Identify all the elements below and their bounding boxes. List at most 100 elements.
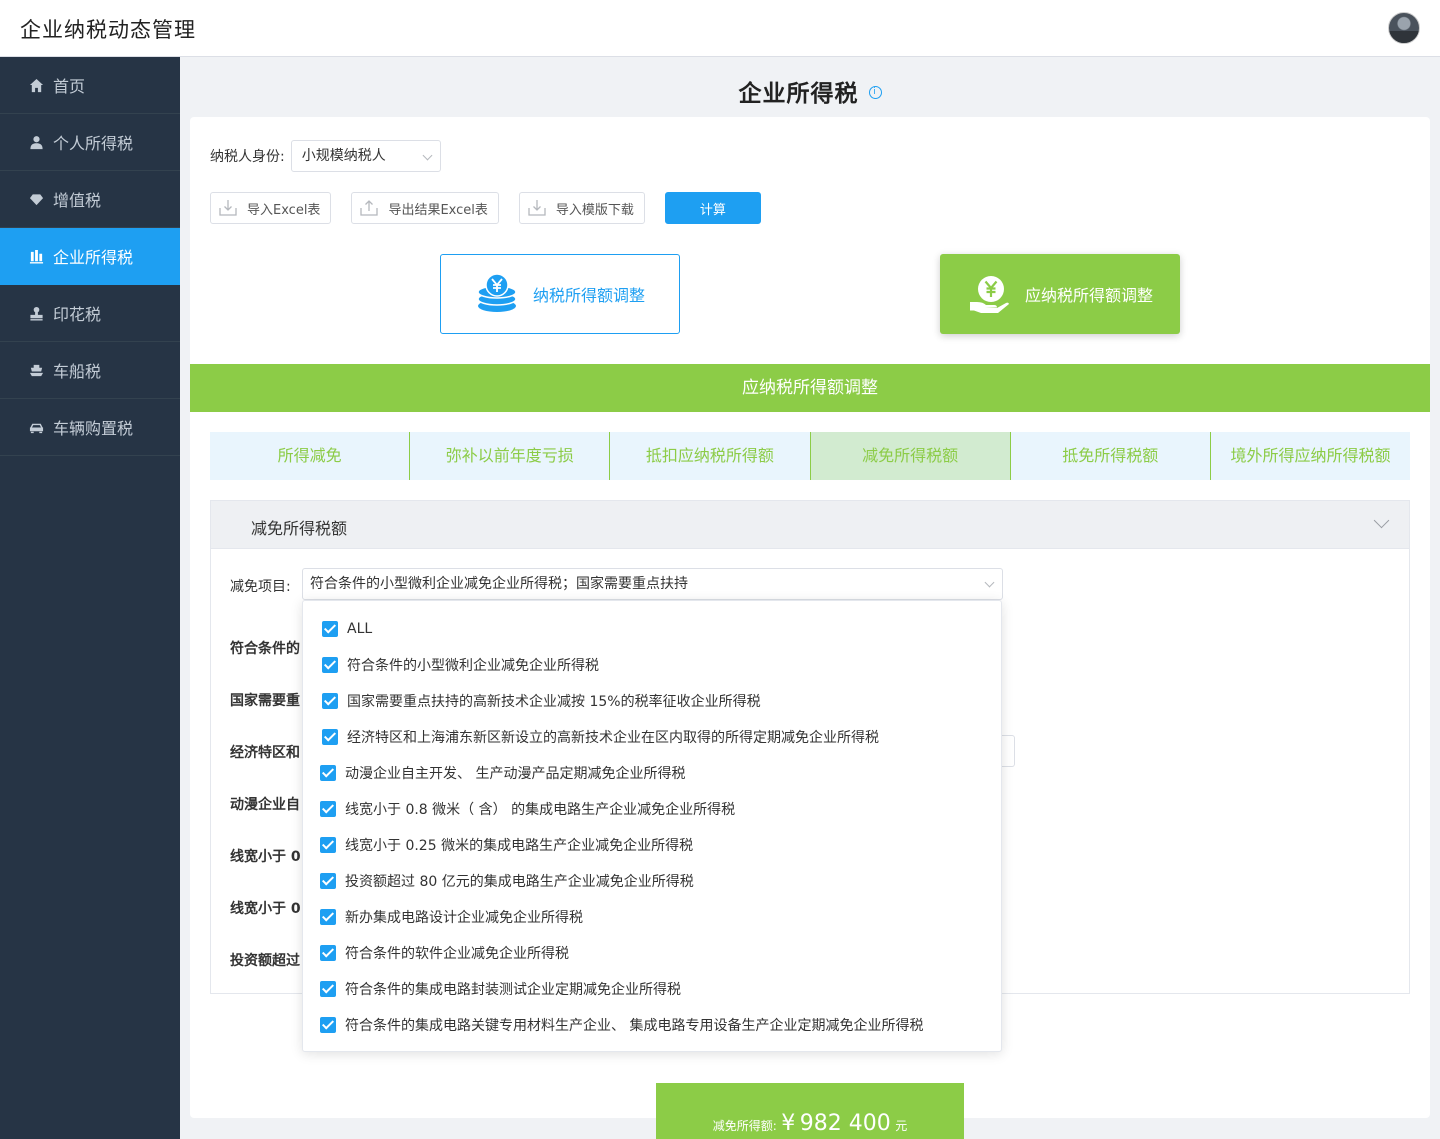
checkbox-checked-icon[interactable] (320, 945, 336, 961)
checkbox-checked-icon[interactable] (322, 657, 338, 673)
sidebar: 首页 个人所得税 增值税 企业所得税 印花税 车船税 车辆购置税 (0, 57, 180, 1139)
sidebar-item-corporate-tax[interactable]: 企业所得税 (0, 228, 180, 285)
sidebar-item-label: 个人所得税 (53, 134, 134, 153)
taxpayer-label: 纳税人身份: (210, 149, 285, 165)
sidebar-item-stamp-tax[interactable]: 印花税 (0, 285, 180, 342)
tab-tax-reduction[interactable]: 减免所得税额 (810, 432, 1011, 480)
option-label: 符合条件的软件企业减免企业所得税 (345, 946, 569, 962)
checkbox-checked-icon[interactable] (320, 837, 336, 853)
dropdown-option[interactable]: ALL (303, 611, 1001, 647)
money-hand-icon (969, 276, 1009, 313)
chevron-down-icon (984, 577, 995, 588)
option-label: 经济特区和上海浦东新区新设立的高新技术企业在区内取得的所得定期减免企业所得税 (347, 730, 879, 746)
sidebar-item-personal-tax[interactable]: 个人所得税 (0, 114, 180, 171)
tab-deduct-taxable-income[interactable]: 抵扣应纳税所得额 (610, 432, 811, 480)
field-label: 国家需要重 (230, 693, 300, 709)
chevron-down-icon (422, 150, 433, 161)
reduction-item-select[interactable]: 符合条件的小型微利企业减免企业所得税；国家需要重点扶持 (302, 568, 1003, 600)
dropdown-option[interactable]: 符合条件的小型微利企业减免企业所得税 (303, 647, 1001, 683)
taxable-income-adjust-card[interactable]: 纳税所得额调整 (440, 254, 680, 334)
field-label: 动漫企业自 (230, 797, 300, 813)
option-label: 符合条件的小型微利企业减免企业所得税 (347, 658, 599, 674)
sidebar-item-label: 车辆购置税 (53, 419, 134, 438)
dropdown-option[interactable]: 投资额超过 80 亿元的集成电路生产企业减免企业所得税 (303, 863, 1001, 899)
dropdown-option[interactable]: 国家需要重点扶持的高新技术企业减按 15%的税率征收企业所得税 (303, 683, 1001, 719)
upload-icon (360, 200, 379, 216)
sidebar-item-vat[interactable]: 增值税 (0, 171, 180, 228)
checkbox-checked-icon[interactable] (322, 621, 338, 637)
taxpayer-select[interactable]: 小规模纳税人 (290, 140, 441, 172)
field-label: 经济特区和 (230, 745, 300, 761)
sidebar-item-home[interactable]: 首页 (0, 57, 180, 114)
option-label: 国家需要重点扶持的高新技术企业减按 15%的税率征收企业所得税 (347, 694, 761, 710)
sidebar-item-label: 印花税 (53, 305, 102, 324)
reduction-item-label: 减免项目: (230, 579, 291, 595)
taxpayer-select-value: 小规模纳税人 (301, 148, 386, 164)
stamp-icon (28, 305, 44, 321)
user-icon (28, 134, 44, 150)
option-label: 动漫企业自主开发、 生产动漫产品定期减免企业所得税 (345, 766, 686, 782)
sidebar-item-vehicle-tax[interactable]: 车辆购置税 (0, 399, 180, 456)
result-button[interactable]: 减免所得额: ¥ 982 400 元 (656, 1083, 964, 1139)
sidebar-item-label: 车船税 (53, 362, 102, 381)
assessable-income-adjust-card[interactable]: 应纳税所得额调整 (940, 254, 1180, 334)
export-excel-button[interactable]: 导出结果Excel表 (351, 192, 499, 224)
sidebar-item-vessel-tax[interactable]: 车船税 (0, 342, 180, 399)
option-label: 线宽小于 0.25 微米的集成电路生产企业减免企业所得税 (345, 838, 694, 854)
coins-icon (477, 273, 517, 312)
chart-icon (28, 248, 44, 264)
template-download-button[interactable]: 导入模版下载 (518, 192, 645, 224)
tab-tax-credit[interactable]: 抵免所得税额 (1010, 432, 1211, 480)
taxable-income-adjust-label: 纳税所得额调整 (532, 286, 645, 305)
info-icon[interactable]: i (868, 86, 882, 99)
dropdown-option[interactable]: 新办集成电路设计企业减免企业所得税 (303, 899, 1001, 935)
tab-loss-offset[interactable]: 弥补以前年度亏损 (410, 432, 611, 480)
ship-icon (28, 362, 44, 378)
app-title: 企业纳税动态管理 (20, 18, 196, 42)
avatar[interactable] (1388, 12, 1420, 44)
diamond-icon (28, 191, 44, 207)
checkbox-checked-icon[interactable] (320, 873, 336, 889)
result-unit: 元 (895, 1119, 908, 1133)
section-title: 应纳税所得额调整 (190, 364, 1430, 412)
checkbox-checked-icon[interactable] (322, 693, 338, 709)
tab-bar: 所得减免 弥补以前年度亏损 抵扣应纳税所得额 减免所得税额 抵免所得税额 境外所… (210, 432, 1411, 480)
download-icon (528, 200, 546, 216)
home-icon (28, 77, 44, 93)
dropdown-option[interactable]: 线宽小于 0.8 微米（ 含） 的集成电路生产企业减免企业所得税 (303, 791, 1001, 827)
option-label: 符合条件的集成电路封装测试企业定期减免企业所得税 (345, 982, 681, 998)
checkbox-checked-icon[interactable] (320, 1017, 336, 1033)
dropdown-option[interactable]: 线宽小于 0.25 微米的集成电路生产企业减免企业所得税 (303, 827, 1001, 863)
panel-header[interactable]: 减免所得税额 (211, 501, 1409, 549)
checkbox-checked-icon[interactable] (320, 909, 336, 925)
checkbox-checked-icon[interactable] (322, 729, 338, 745)
option-label: ALL (347, 621, 373, 637)
calculate-button[interactable]: 计算 (664, 192, 761, 224)
checkbox-checked-icon[interactable] (320, 765, 336, 781)
result-currency: ¥ (781, 1111, 796, 1136)
field-label: 线宽小于 0. (230, 901, 302, 917)
sidebar-item-label: 企业所得税 (53, 248, 134, 267)
sidebar-item-label: 首页 (53, 77, 86, 96)
dropdown-option[interactable]: 符合条件的集成电路封装测试企业定期减免企业所得税 (303, 971, 1001, 1007)
import-excel-label: 导入Excel表 (247, 202, 321, 218)
toolbar: 导入Excel表 导出结果Excel表 导入模版下载 计算 (210, 192, 781, 224)
page-title: 企业所得税 i (180, 74, 1440, 108)
tab-income-reduction[interactable]: 所得减免 (210, 432, 411, 480)
download-icon (219, 200, 237, 216)
panel-title: 减免所得税额 (251, 519, 348, 538)
checkbox-checked-icon[interactable] (320, 801, 336, 817)
field-label: 线宽小于 0. (230, 849, 302, 865)
assessable-income-adjust-label: 应纳税所得额调整 (1024, 286, 1153, 305)
chevron-down-icon[interactable] (1373, 512, 1390, 529)
export-excel-label: 导出结果Excel表 (388, 202, 488, 218)
field-label: 符合条件的 (230, 641, 300, 657)
dropdown-option[interactable]: 动漫企业自主开发、 生产动漫产品定期减免企业所得税 (303, 755, 1001, 791)
dropdown-option[interactable]: 经济特区和上海浦东新区新设立的高新技术企业在区内取得的所得定期减免企业所得税 (303, 719, 1001, 755)
checkbox-checked-icon[interactable] (320, 981, 336, 997)
import-excel-button[interactable]: 导入Excel表 (210, 192, 332, 224)
dropdown-option[interactable]: 符合条件的集成电路关键专用材料生产企业、 集成电路专用设备生产企业定期减免企业所… (303, 1007, 1001, 1043)
tab-foreign-income-tax[interactable]: 境外所得应纳所得税额 (1210, 432, 1411, 480)
dropdown-option[interactable]: 符合条件的软件企业减免企业所得税 (303, 935, 1001, 971)
result-value: 982 400 (799, 1111, 891, 1136)
